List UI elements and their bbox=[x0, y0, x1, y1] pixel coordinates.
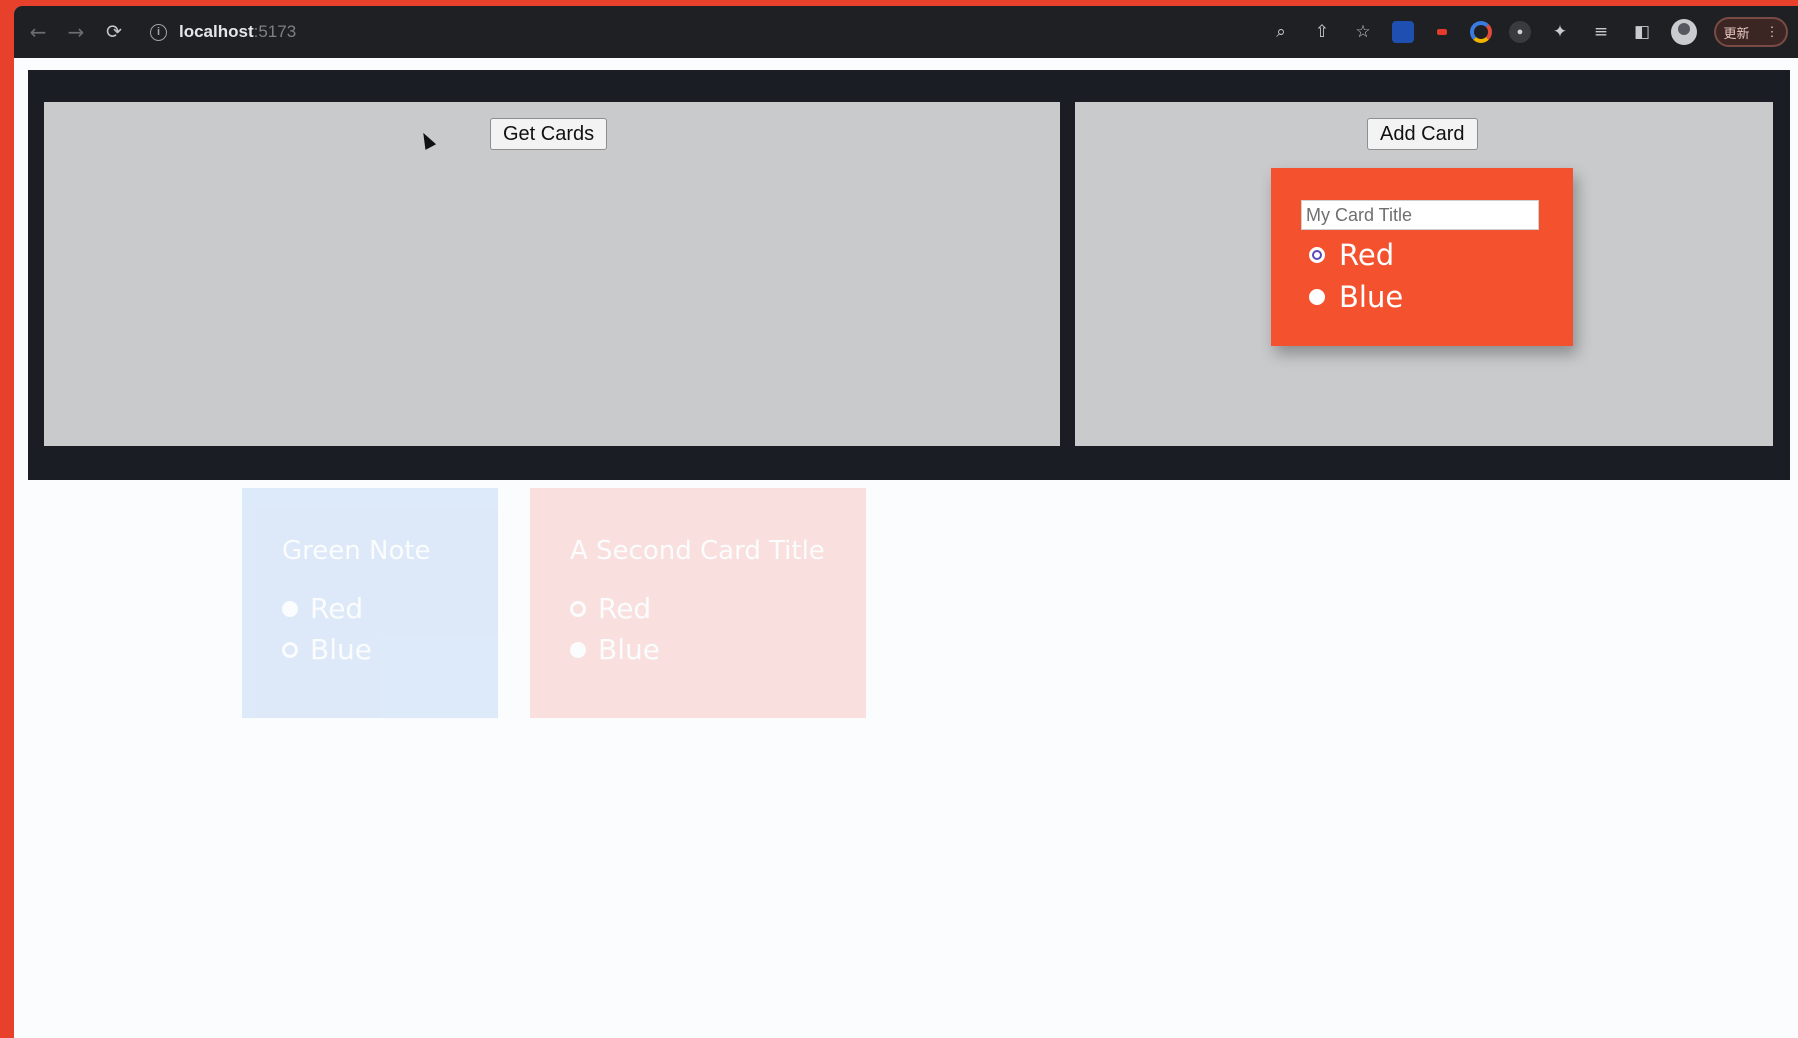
update-label: 更新 bbox=[1723, 25, 1750, 41]
extension-dark-icon[interactable]: ● bbox=[1509, 21, 1531, 43]
background-card: A Second Card Title Red Blue bbox=[530, 488, 866, 718]
toolbar-actions: ⌕ ⇧ ☆ ● ✦ ≡ ◧ 更新 ⋮ bbox=[1269, 6, 1788, 58]
reading-list-icon[interactable]: ≡ bbox=[1589, 20, 1613, 44]
reload-icon[interactable]: ⟳ bbox=[100, 18, 128, 46]
back-arrow-icon[interactable]: ← bbox=[24, 18, 52, 46]
background-card-option: Red bbox=[282, 592, 498, 625]
forward-arrow-icon[interactable]: → bbox=[62, 18, 90, 46]
share-icon[interactable]: ⇧ bbox=[1310, 20, 1334, 44]
background-card-option: Blue bbox=[282, 633, 498, 666]
mouse-cursor-icon bbox=[417, 130, 437, 150]
get-cards-button[interactable]: Get Cards bbox=[490, 118, 608, 150]
add-card-button[interactable]: Add Card bbox=[1367, 118, 1478, 150]
site-info-icon[interactable]: i bbox=[150, 23, 167, 41]
background-card-option: Blue bbox=[570, 633, 866, 666]
bookmark-star-icon[interactable]: ☆ bbox=[1351, 20, 1375, 44]
color-option-label: Red bbox=[1339, 238, 1395, 272]
color-option-red[interactable]: Red bbox=[1301, 238, 1539, 272]
profile-avatar[interactable] bbox=[1671, 19, 1697, 45]
background-card-option: Red bbox=[570, 592, 866, 625]
background-card-option-label: Blue bbox=[310, 633, 372, 666]
extension-chrome-ring-icon[interactable] bbox=[1470, 21, 1492, 43]
radio-unchecked-icon[interactable] bbox=[1309, 247, 1325, 263]
radio-checked-icon[interactable] bbox=[1309, 289, 1325, 305]
radio-unchecked-icon bbox=[282, 641, 298, 658]
radio-checked-icon bbox=[570, 641, 586, 658]
app-header-band: Get Cards Add Card Red Blue bbox=[28, 70, 1790, 480]
extension-blue-icon[interactable] bbox=[1392, 21, 1414, 43]
background-card-title: A Second Card Title bbox=[570, 536, 825, 566]
extension-red-icon[interactable] bbox=[1431, 21, 1453, 43]
extensions-puzzle-icon[interactable]: ✦ bbox=[1548, 20, 1572, 44]
add-card-panel: Add Card Red Blue bbox=[1075, 102, 1773, 446]
browser-toolbar: ← → ⟳ i localhost:5173 ⌕ ⇧ ☆ ● ✦ ≡ ◧ 更新 … bbox=[14, 6, 1798, 58]
browser-window: ← → ⟳ i localhost:5173 ⌕ ⇧ ☆ ● ✦ ≡ ◧ 更新 … bbox=[14, 6, 1798, 1038]
radio-checked-icon bbox=[282, 600, 298, 617]
new-card-form: Red Blue bbox=[1271, 168, 1573, 346]
card-title-input[interactable] bbox=[1301, 200, 1539, 230]
get-cards-panel: Get Cards bbox=[44, 102, 1060, 446]
url-port: :5173 bbox=[253, 22, 297, 41]
color-option-blue[interactable]: Blue bbox=[1301, 280, 1539, 314]
url-host: localhost bbox=[179, 22, 254, 41]
color-option-label: Blue bbox=[1339, 280, 1404, 314]
background-card-option-label: Red bbox=[598, 592, 652, 625]
radio-unchecked-icon bbox=[570, 600, 586, 617]
address-bar[interactable]: i localhost:5173 bbox=[150, 16, 296, 48]
side-panel-icon[interactable]: ◧ bbox=[1630, 20, 1654, 44]
update-button[interactable]: 更新 ⋮ bbox=[1714, 17, 1788, 47]
background-card-title: Green Note bbox=[282, 536, 431, 566]
background-card-option-label: Blue bbox=[598, 633, 660, 666]
background-card: Green Note Red Blue bbox=[242, 488, 498, 718]
menu-dots-icon: ⋮ bbox=[1765, 24, 1779, 39]
zoom-icon[interactable]: ⌕ bbox=[1269, 20, 1293, 44]
background-card-option-label: Red bbox=[310, 592, 364, 625]
